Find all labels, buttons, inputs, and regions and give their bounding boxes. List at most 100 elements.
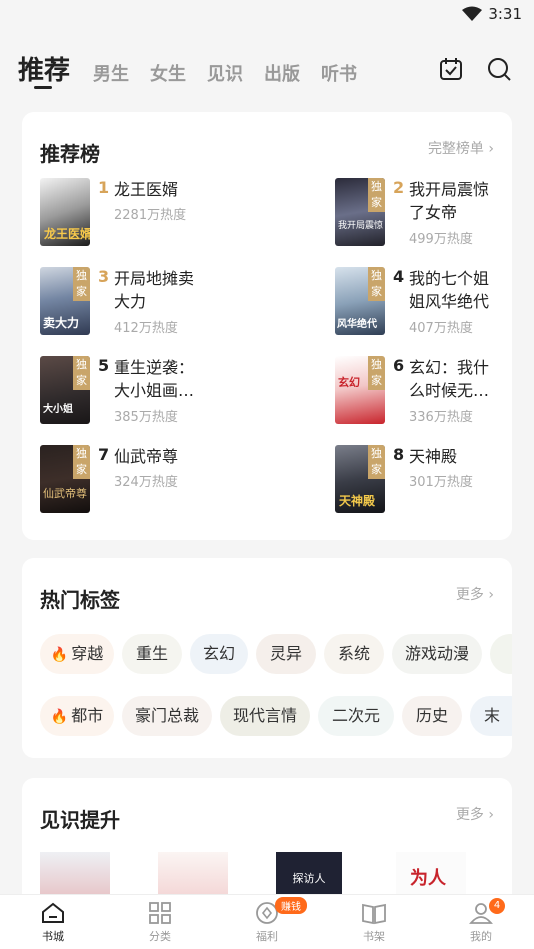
nav-bookshelf[interactable]: 书架	[344, 901, 404, 944]
tab-insight[interactable]: 见识	[207, 60, 243, 86]
book-cover: 仙武帝尊 独家	[40, 445, 90, 513]
book-heat: 301万热度	[409, 475, 473, 490]
tag-chip[interactable]: 系统	[324, 634, 384, 674]
tag-label: 穿越	[71, 644, 104, 663]
hot-tags-title: 热门标签	[40, 588, 120, 612]
book-heat: 499万热度	[409, 232, 473, 247]
book-title: 玄幻：我什么时候无…	[409, 358, 490, 400]
ranking-title: 推荐榜	[40, 142, 100, 166]
book-cover: 龙王医婿	[40, 178, 90, 246]
tag-chip[interactable]: 二次元	[318, 696, 394, 736]
book-heat: 2281万热度	[114, 208, 187, 223]
ranking-more-link[interactable]: 完整榜单 ›	[428, 138, 494, 158]
fire-icon: 🔥	[50, 647, 69, 663]
tag-label: 都市	[71, 706, 104, 725]
insight-book-cover-3[interactable]: 探访人	[276, 852, 342, 896]
tab-recommend[interactable]: 推荐	[18, 50, 70, 87]
book-title: 仙武帝尊	[114, 447, 179, 466]
insight-more-link[interactable]: 更多 ›	[456, 804, 494, 824]
cover-title: 探访人	[292, 872, 326, 885]
book-title: 天神殿	[409, 447, 458, 466]
rank-number: 5	[98, 356, 110, 375]
cover-title: 为人	[410, 868, 446, 889]
book-title: 重生逆袭：大小姐画…	[114, 358, 195, 400]
fire-icon: 🔥	[50, 709, 69, 725]
tag-chip[interactable]: 游戏动漫	[392, 634, 482, 674]
book-heat: 336万热度	[409, 410, 473, 425]
tag-label: 末	[484, 706, 501, 725]
tag-label: 灵异	[269, 644, 302, 663]
tag-chip[interactable]: 🔥 都市	[40, 696, 114, 736]
nav-label: 书城	[42, 930, 64, 943]
tag-label: 系统	[337, 644, 370, 663]
nav-label: 我的	[470, 930, 492, 943]
book-cover: 卖大力 独家	[40, 267, 90, 335]
tab-audio[interactable]: 听书	[321, 60, 357, 86]
exclusive-badge: 独家	[368, 356, 385, 390]
search-icon[interactable]	[486, 56, 512, 82]
rank-number: 3	[98, 267, 110, 286]
svg-text:仙武帝尊: 仙武帝尊	[43, 486, 87, 500]
tag-label: 历史	[415, 706, 448, 725]
rank-number: 7	[98, 445, 110, 464]
ranking-book-7[interactable]: 仙武帝尊 独家 7 仙武帝尊 324万热度	[40, 445, 270, 517]
ranking-book-1[interactable]: 龙王医婿 1 龙王医婿 2281万热度	[40, 178, 270, 250]
rank-number: 1	[98, 178, 110, 197]
tag-chip[interactable]: 历史	[402, 696, 462, 736]
ranking-book-4[interactable]: 风华绝代 独家 4 我的七个姐姐风华绝代 407万热度	[335, 267, 534, 339]
tag-label: 重生	[135, 644, 168, 663]
bottom-nav: 书城 分类 福利 赚钱 书架 我的 4	[0, 894, 534, 949]
tag-chip-partial[interactable]	[490, 634, 512, 674]
insight-book-cover-4[interactable]: 为人	[396, 852, 466, 896]
svg-text:大小姐: 大小姐	[43, 402, 73, 415]
tag-label: 玄幻	[202, 644, 235, 663]
ranking-book-8[interactable]: 天神殿 独家 8 天神殿 301万热度	[335, 445, 534, 517]
book-title: 我开局震惊了女帝	[409, 180, 490, 222]
book-heat: 385万热度	[114, 410, 178, 425]
rank-number: 8	[393, 445, 405, 464]
status-bar: 3:31	[0, 0, 534, 30]
tag-chip-partial[interactable]: 末	[470, 696, 512, 736]
exclusive-badge: 独家	[368, 267, 385, 301]
ranking-book-5[interactable]: 大小姐 独家 5 重生逆袭：大小姐画… 385万热度	[40, 356, 270, 428]
tag-chip[interactable]: 现代言情	[220, 696, 310, 736]
book-cover: 天神殿 独家	[335, 445, 385, 513]
tag-chip[interactable]: 重生	[122, 634, 182, 674]
nav-bookstore[interactable]: 书城	[23, 901, 83, 944]
nav-label: 分类	[149, 930, 171, 943]
tab-publish[interactable]: 出版	[264, 60, 300, 86]
tag-label: 现代言情	[232, 706, 297, 725]
calendar-checkin-icon[interactable]	[438, 56, 464, 82]
top-nav: 推荐 男生 女生 见识 出版 听书	[0, 44, 534, 94]
tag-label: 二次元	[331, 706, 380, 725]
notification-count-badge: 4	[489, 898, 505, 914]
ranking-book-6[interactable]: 玄幻 独家 6 玄幻：我什么时候无… 336万热度	[335, 356, 534, 428]
svg-text:玄幻: 玄幻	[338, 375, 360, 389]
ranking-book-3[interactable]: 卖大力 独家 3 开局地摊卖大力 412万热度	[40, 267, 270, 339]
book-title: 我的七个姐姐风华绝代	[409, 269, 490, 311]
exclusive-badge: 独家	[73, 445, 90, 479]
tag-chip[interactable]: 🔥 穿越	[40, 634, 114, 674]
hot-tags-more-link[interactable]: 更多 ›	[456, 584, 494, 604]
ranking-card: 推荐榜 完整榜单 › 龙王医婿 1 龙王医婿 2281万热度 我开局震惊 独家 …	[22, 112, 512, 540]
tag-chip[interactable]: 豪门总裁	[122, 696, 212, 736]
insight-book-cover-1[interactable]	[40, 852, 110, 896]
rank-number: 2	[393, 178, 405, 197]
tab-male[interactable]: 男生	[93, 60, 129, 86]
home-icon	[42, 902, 64, 923]
hot-tags-card: 热门标签 更多 › 🔥 穿越 重生 玄幻 灵异 系统 游戏动漫 🔥 都市 豪门总裁 …	[22, 558, 512, 758]
ranking-book-2[interactable]: 我开局震惊 独家 2 我开局震惊了女帝 499万热度	[335, 178, 534, 250]
tag-chip[interactable]: 玄幻	[190, 634, 248, 674]
grid-icon	[149, 902, 171, 924]
nav-category[interactable]: 分类	[130, 901, 190, 944]
tag-chip[interactable]: 灵异	[256, 634, 316, 674]
tag-label: 游戏动漫	[404, 644, 469, 663]
tag-label: 豪门总裁	[134, 706, 199, 725]
book-heat: 407万热度	[409, 321, 473, 336]
svg-text:风华绝代: 风华绝代	[337, 317, 377, 330]
svg-text:龙王医婿: 龙王医婿	[44, 226, 90, 241]
insight-book-cover-2[interactable]	[158, 852, 228, 896]
book-heat: 412万热度	[114, 321, 178, 336]
tab-female[interactable]: 女生	[150, 60, 186, 86]
exclusive-badge: 独家	[368, 178, 385, 212]
